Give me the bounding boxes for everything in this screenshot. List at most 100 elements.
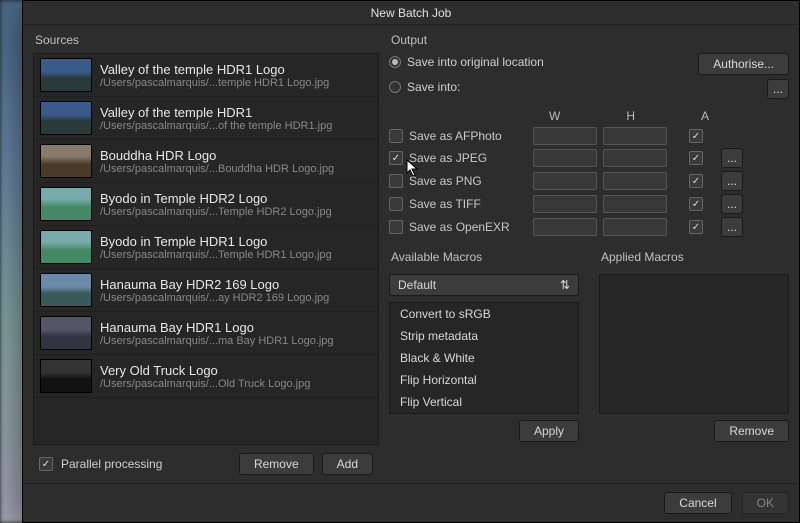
source-thumbnail [40, 316, 92, 350]
format-row-tiff: Save as TIFF... [389, 194, 789, 214]
macros-category-select[interactable]: Default ⇅ [389, 274, 579, 296]
source-title: Hanauma Bay HDR1 Logo [100, 320, 372, 335]
col-a-label: A [701, 109, 709, 123]
format-tiff-height-input[interactable] [603, 195, 667, 213]
source-thumbnail [40, 230, 92, 264]
format-afphoto-height-input[interactable] [603, 127, 667, 145]
source-path: /Users/pascalmarquis/...of the temple HD… [100, 120, 372, 132]
sources-remove-button[interactable]: Remove [239, 453, 314, 475]
ok-button[interactable]: OK [742, 492, 789, 514]
parallel-processing-checkbox[interactable] [39, 457, 53, 471]
format-png-options-button[interactable]: ... [721, 171, 743, 191]
source-title: Very Old Truck Logo [100, 363, 372, 378]
source-path: /Users/pascalmarquis/...Bouddha HDR Logo… [100, 163, 372, 175]
format-openexr-options-button[interactable]: ... [721, 217, 743, 237]
macro-item[interactable]: Black & White [390, 347, 578, 369]
source-item[interactable]: Very Old Truck Logo/Users/pascalmarquis/… [34, 355, 378, 398]
format-jpeg-checkbox[interactable] [389, 151, 403, 165]
source-title: Valley of the temple HDR1 Logo [100, 62, 372, 77]
source-item[interactable]: Valley of the temple HDR1/Users/pascalma… [34, 97, 378, 140]
source-thumbnail [40, 58, 92, 92]
format-openexr-checkbox[interactable] [389, 220, 403, 234]
format-png-label: Save as PNG [409, 174, 527, 188]
source-thumbnail [40, 187, 92, 221]
format-row-jpeg: Save as JPEG... [389, 148, 789, 168]
source-item[interactable]: Valley of the temple HDR1 Logo/Users/pas… [34, 54, 378, 97]
source-thumbnail [40, 144, 92, 178]
parallel-processing-label: Parallel processing [61, 457, 162, 471]
format-tiff-checkbox[interactable] [389, 197, 403, 211]
format-openexr-height-input[interactable] [603, 218, 667, 236]
source-path: /Users/pascalmarquis/...ay HDR2 169 Logo… [100, 292, 372, 304]
available-macros-list[interactable]: Convert to sRGBStrip metadataBlack & Whi… [389, 302, 579, 414]
apply-macro-button[interactable]: Apply [519, 420, 579, 442]
format-row-png: Save as PNG... [389, 171, 789, 191]
macro-item[interactable]: Strip metadata [390, 325, 578, 347]
source-title: Byodo in Temple HDR1 Logo [100, 234, 372, 249]
macro-item[interactable]: Flip Vertical [390, 391, 578, 413]
source-path: /Users/pascalmarquis/...ma Bay HDR1 Logo… [100, 335, 372, 347]
format-tiff-width-input[interactable] [533, 195, 597, 213]
format-png-height-input[interactable] [603, 172, 667, 190]
format-row-openexr: Save as OpenEXR... [389, 217, 789, 237]
format-afphoto-label: Save as AFPhoto [409, 129, 527, 143]
source-item[interactable]: Byodo in Temple HDR2 Logo/Users/pascalma… [34, 183, 378, 226]
format-afphoto-width-input[interactable] [533, 127, 597, 145]
format-tiff-aspect-checkbox[interactable] [689, 197, 703, 211]
col-w-label: W [549, 109, 560, 123]
source-path: /Users/pascalmarquis/...Old Truck Logo.j… [100, 378, 372, 390]
save-into-radio[interactable] [389, 81, 401, 93]
format-row-afphoto: Save as AFPhoto [389, 127, 789, 145]
format-png-checkbox[interactable] [389, 174, 403, 188]
format-tiff-options-button[interactable]: ... [721, 194, 743, 214]
source-item[interactable]: Hanauma Bay HDR2 169 Logo/Users/pascalma… [34, 269, 378, 312]
source-thumbnail [40, 273, 92, 307]
format-jpeg-options-button[interactable]: ... [721, 148, 743, 168]
cancel-button[interactable]: Cancel [664, 492, 731, 514]
sources-label: Sources [33, 33, 379, 47]
format-afphoto-aspect-checkbox[interactable] [689, 129, 703, 143]
source-title: Byodo in Temple HDR2 Logo [100, 191, 372, 206]
source-item[interactable]: Hanauma Bay HDR1 Logo/Users/pascalmarqui… [34, 312, 378, 355]
format-openexr-width-input[interactable] [533, 218, 597, 236]
source-path: /Users/pascalmarquis/...temple HDR1 Logo… [100, 77, 372, 89]
sources-add-button[interactable]: Add [322, 453, 373, 475]
source-thumbnail [40, 359, 92, 393]
batch-job-dialog: New Batch Job Sources Valley of the temp… [22, 0, 800, 523]
source-path: /Users/pascalmarquis/...Temple HDR2 Logo… [100, 206, 372, 218]
available-macros-label: Available Macros [389, 250, 579, 264]
format-png-aspect-checkbox[interactable] [689, 174, 703, 188]
output-label: Output [389, 33, 789, 47]
format-afphoto-checkbox[interactable] [389, 129, 403, 143]
format-tiff-label: Save as TIFF [409, 197, 527, 211]
save-original-label: Save into original location [407, 55, 544, 69]
format-jpeg-aspect-checkbox[interactable] [689, 151, 703, 165]
authorise-button[interactable]: Authorise... [698, 53, 789, 75]
format-png-width-input[interactable] [533, 172, 597, 190]
format-openexr-aspect-checkbox[interactable] [689, 220, 703, 234]
source-title: Valley of the temple HDR1 [100, 105, 372, 120]
save-original-radio[interactable] [389, 56, 401, 68]
source-item[interactable]: Byodo in Temple HDR1 Logo/Users/pascalma… [34, 226, 378, 269]
source-title: Bouddha HDR Logo [100, 148, 372, 163]
remove-macro-button[interactable]: Remove [714, 420, 789, 442]
format-openexr-label: Save as OpenEXR [409, 220, 527, 234]
macro-item[interactable]: Convert to sRGB [390, 303, 578, 325]
macro-item[interactable]: Flip Horizontal [390, 369, 578, 391]
sources-list[interactable]: Valley of the temple HDR1 Logo/Users/pas… [33, 53, 379, 445]
applied-macros-list[interactable] [599, 274, 789, 414]
browse-folder-button[interactable]: ... [767, 79, 789, 99]
format-jpeg-width-input[interactable] [533, 149, 597, 167]
macros-category-value: Default [398, 278, 436, 292]
source-thumbnail [40, 101, 92, 135]
chevron-updown-icon: ⇅ [560, 278, 570, 292]
format-jpeg-height-input[interactable] [603, 149, 667, 167]
dialog-title: New Batch Job [23, 1, 799, 25]
applied-macros-label: Applied Macros [599, 250, 789, 264]
source-item[interactable]: Bouddha HDR Logo/Users/pascalmarquis/...… [34, 140, 378, 183]
col-h-label: H [626, 109, 635, 123]
source-title: Hanauma Bay HDR2 169 Logo [100, 277, 372, 292]
save-into-label: Save into: [407, 80, 460, 94]
format-jpeg-label: Save as JPEG [409, 151, 527, 165]
source-path: /Users/pascalmarquis/...Temple HDR1 Logo… [100, 249, 372, 261]
